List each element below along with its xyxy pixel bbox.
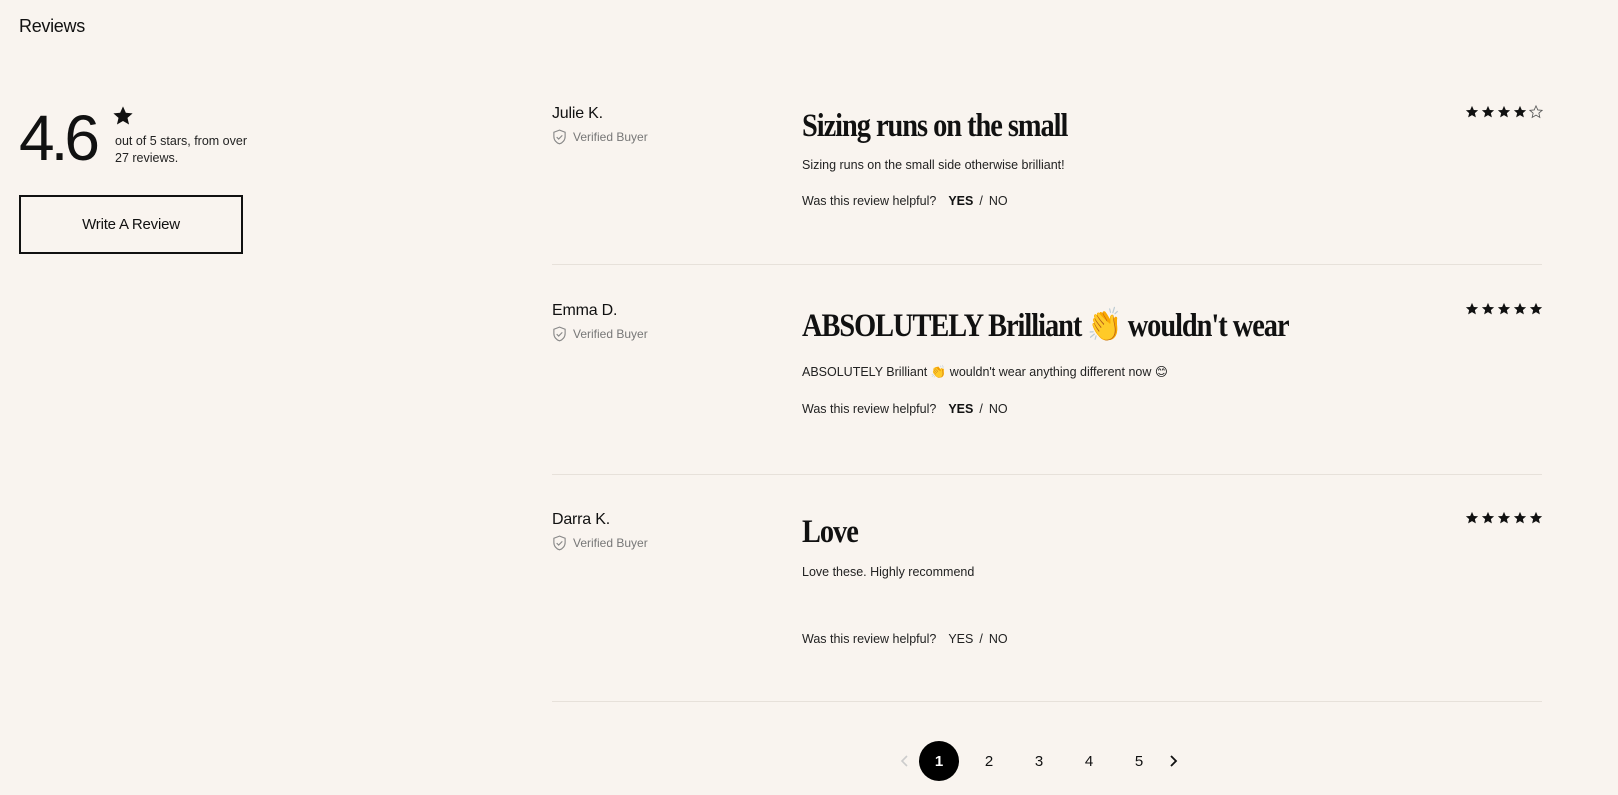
page-1-button[interactable]: 1 xyxy=(919,741,959,781)
vote-separator: / xyxy=(979,632,983,646)
verified-label: Verified Buyer xyxy=(573,327,648,341)
star-filled-icon xyxy=(1529,302,1543,315)
verified-shield-icon xyxy=(553,535,566,551)
star-filled-icon xyxy=(1513,511,1527,524)
verified-shield-icon xyxy=(553,326,566,342)
rating-caption: out of 5 stars, from over 27 reviews. xyxy=(115,134,247,165)
helpful-no-button[interactable]: NO xyxy=(989,402,1008,416)
review-headline: Love xyxy=(802,514,859,550)
verified-badge: Verified Buyer xyxy=(552,326,648,342)
review-headline: ABSOLUTELY Brilliant 👏 wouldn't wear xyxy=(802,308,1290,344)
vote-separator: / xyxy=(979,402,983,416)
verified-label: Verified Buyer xyxy=(573,536,648,550)
rating-row: 4.6 out of 5 stars, from over 27 reviews… xyxy=(19,103,259,173)
review-author: Emma D. xyxy=(552,302,618,319)
review-body: Sizing runs on the small side otherwise … xyxy=(802,158,1065,172)
star-filled-icon xyxy=(1497,302,1511,315)
prev-page-button[interactable] xyxy=(896,751,914,771)
average-rating: 4.6 xyxy=(19,102,100,174)
star-filled-icon xyxy=(1465,105,1479,118)
helpful-yes-button[interactable]: YES xyxy=(948,194,973,208)
star-icon xyxy=(113,106,133,125)
verified-badge: Verified Buyer xyxy=(552,535,648,551)
review-body: ABSOLUTELY Brilliant 👏 wouldn't wear any… xyxy=(802,365,1168,379)
verified-shield-icon xyxy=(553,129,566,145)
helpful-label: Was this review helpful? xyxy=(802,632,937,646)
helpful-prompt: Was this review helpful? YES / NO xyxy=(802,402,1008,416)
review-item: Darra K. Verified Buyer Love Love these.… xyxy=(552,511,1543,702)
helpful-no-button[interactable]: NO xyxy=(989,632,1008,646)
star-rating xyxy=(1465,105,1543,119)
star-filled-icon xyxy=(1497,511,1511,524)
star-filled-icon xyxy=(1481,511,1495,524)
star-rating xyxy=(1465,511,1543,525)
pagination: 1 2 3 4 5 xyxy=(896,741,1182,781)
star-rating xyxy=(1465,302,1543,316)
verified-badge: Verified Buyer xyxy=(552,129,648,145)
review-author: Darra K. xyxy=(552,511,610,528)
review-headline: Sizing runs on the small xyxy=(802,108,1068,144)
star-filled-icon xyxy=(1465,302,1479,315)
helpful-yes-button[interactable]: YES xyxy=(948,402,973,416)
star-filled-icon xyxy=(1513,302,1527,315)
star-filled-icon xyxy=(1513,105,1527,118)
vote-separator: / xyxy=(979,194,983,208)
write-review-button[interactable]: Write A Review xyxy=(19,195,243,254)
section-title: Reviews xyxy=(19,16,85,36)
star-filled-icon xyxy=(1465,511,1479,524)
helpful-label: Was this review helpful? xyxy=(802,194,937,208)
page-3-button[interactable]: 3 xyxy=(1019,741,1059,781)
review-item: Emma D. Verified Buyer ABSOLUTELY Brilli… xyxy=(552,302,1543,475)
review-item: Julie K. Verified Buyer Sizing runs on t… xyxy=(552,105,1543,265)
rating-summary: 4.6 out of 5 stars, from over 27 reviews… xyxy=(19,103,259,254)
chevron-left-icon xyxy=(900,755,908,767)
helpful-prompt: Was this review helpful? YES / NO xyxy=(802,632,1008,646)
helpful-prompt: Was this review helpful? YES / NO xyxy=(802,194,1008,208)
star-filled-icon xyxy=(1481,302,1495,315)
next-page-button[interactable] xyxy=(1164,751,1182,771)
page-2-button[interactable]: 2 xyxy=(969,741,1009,781)
review-body: Love these. Highly recommend xyxy=(802,565,975,579)
page-5-button[interactable]: 5 xyxy=(1119,741,1159,781)
helpful-yes-button[interactable]: YES xyxy=(948,632,973,646)
review-author: Julie K. xyxy=(552,105,603,122)
helpful-label: Was this review helpful? xyxy=(802,402,937,416)
verified-label: Verified Buyer xyxy=(573,130,648,144)
star-filled-icon xyxy=(1497,105,1511,118)
chevron-right-icon xyxy=(1170,755,1178,767)
page-4-button[interactable]: 4 xyxy=(1069,741,1109,781)
star-filled-icon xyxy=(1481,105,1495,118)
star-filled-icon xyxy=(1529,511,1543,524)
helpful-no-button[interactable]: NO xyxy=(989,194,1008,208)
star-empty-icon xyxy=(1529,105,1543,119)
